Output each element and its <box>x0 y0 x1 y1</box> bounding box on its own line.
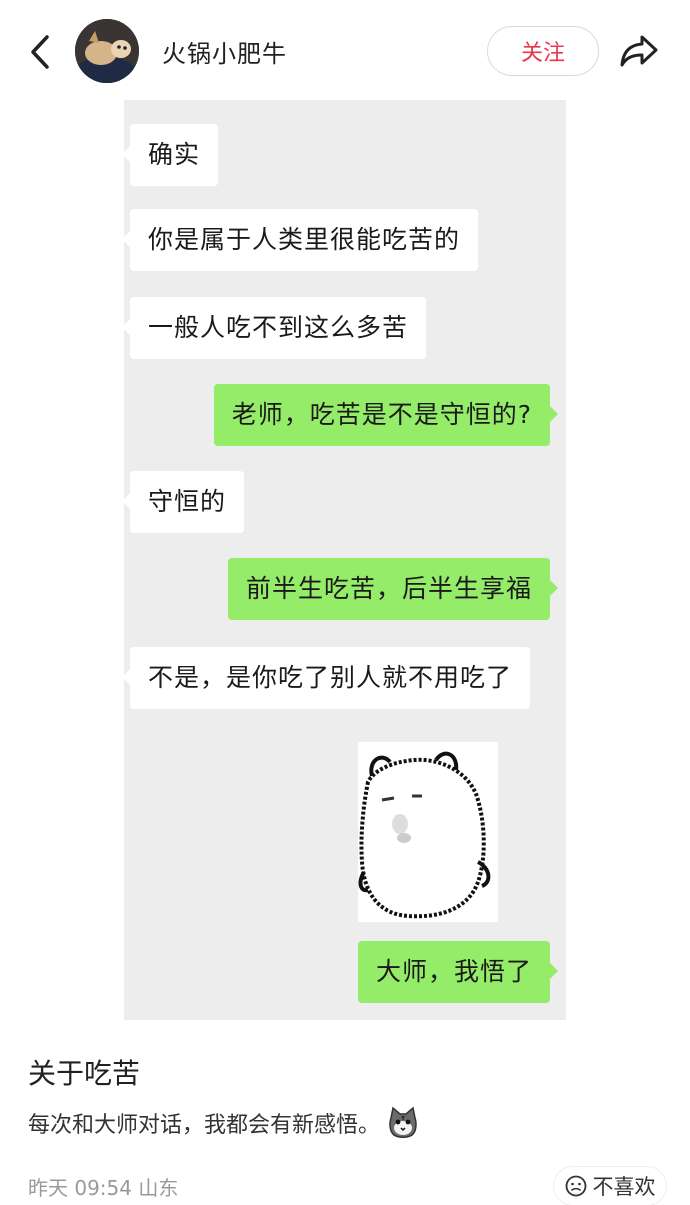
follow-button[interactable]: 关注 <box>487 26 599 76</box>
chat-screenshot[interactable]: 确实 你是属于人类里很能吃苦的 一般人吃不到这么多苦 老师，吃苦是不是守恒的? … <box>121 100 566 1020</box>
dislike-button[interactable]: 不喜欢 <box>553 1166 667 1205</box>
author-name[interactable]: 火锅小肥牛 <box>162 34 287 69</box>
post-title: 关于吃苦 <box>28 1057 141 1090</box>
chat-bubble: 守恒的 <box>121 471 245 533</box>
chat-bubble: 一般人吃不到这么多苦 <box>121 297 427 359</box>
dislike-label: 不喜欢 <box>592 1175 656 1199</box>
share-arrow-icon <box>620 35 658 67</box>
chat-bubble: 大师，我悟了 <box>357 941 559 1003</box>
avatar[interactable] <box>75 19 139 83</box>
post-body-text: 每次和大师对话，我都会有新感悟。 <box>28 1113 381 1138</box>
chat-bubble: 不是，是你吃了别人就不用吃了 <box>121 647 531 709</box>
share-button[interactable] <box>616 28 662 74</box>
avatar-image <box>75 19 139 83</box>
post-meta: 昨天 09:54 山东 <box>28 1176 179 1200</box>
chat-bubble: 前半生吃苦，后半生享福 <box>227 558 559 620</box>
chat-bubble: 确实 <box>121 124 219 186</box>
chevron-left-icon <box>31 35 49 69</box>
frown-face-icon <box>565 1175 586 1197</box>
chat-bubble: 老师，吃苦是不是守恒的? <box>213 384 559 446</box>
cat-face-icon <box>389 1106 417 1138</box>
top-bar: 火锅小肥牛 关注 <box>0 0 690 100</box>
bear-sticker-icon <box>358 742 498 922</box>
chat-bubble: 你是属于人类里很能吃苦的 <box>121 209 479 271</box>
back-button[interactable] <box>22 30 58 74</box>
post-body: 每次和大师对话，我都会有新感悟。 <box>28 1106 420 1140</box>
